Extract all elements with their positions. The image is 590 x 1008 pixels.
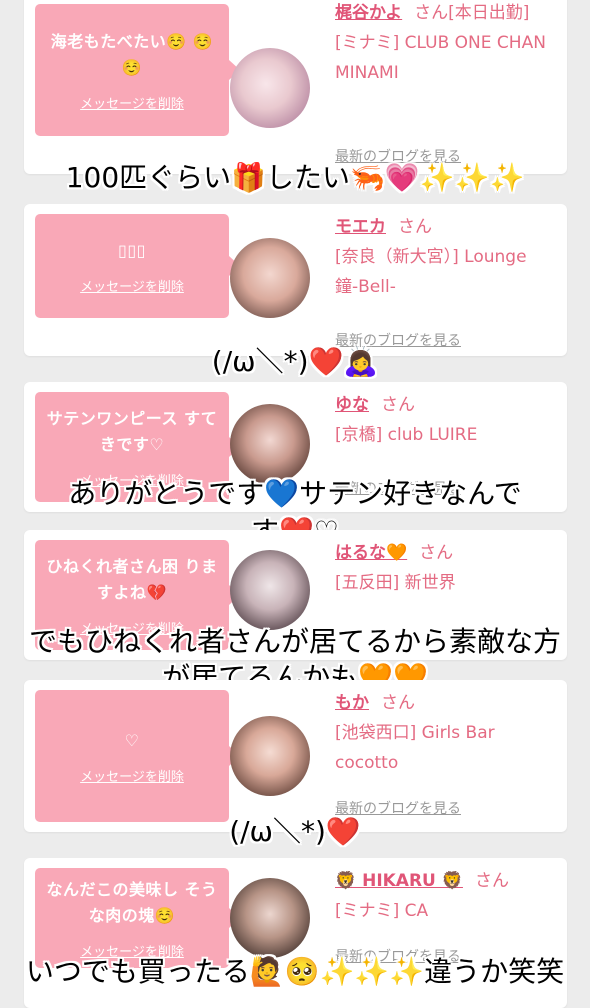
shop-link[interactable]: [ミナミ] CA <box>335 896 555 926</box>
message-text: ひねくれ者さん困 りますよね💔 <box>46 556 218 602</box>
girl-name-link[interactable]: ゆな <box>335 395 369 415</box>
honorific: さん <box>381 395 415 415</box>
message-text: サテンワンピース すてきです♡ <box>46 408 218 454</box>
comment-overlay: でもひねくれ者さんが居てるから素敵な方 <box>28 625 561 658</box>
honorific: さん <box>419 543 454 563</box>
girl-card: ▯▯▯ メッセージを削除 モエカ さん [奈良（新大宮）] Lounge 鐘-Be… <box>24 204 567 356</box>
comment-overlay: 100匹ぐらい🎁したい🦐💗✨✨✨ <box>65 161 525 194</box>
honorific: さん <box>398 217 432 237</box>
shop-link[interactable]: [池袋西口] Girls Bar cocotto <box>335 718 555 778</box>
avatar[interactable] <box>230 48 310 128</box>
message-bubble: ▯▯▯ メッセージを削除 <box>35 214 240 318</box>
message-text: ♡ <box>124 730 140 750</box>
girl-name-link[interactable]: はるな🧡 <box>335 543 407 563</box>
avatar[interactable] <box>230 878 310 958</box>
message-bubble: 海老もたべたい☺️ ☺️☺️ メッセージを削除 <box>35 4 240 136</box>
delete-message-link[interactable]: メッセージを削除 <box>80 93 184 112</box>
girl-name-link[interactable]: もか <box>335 693 369 713</box>
girl-name-link[interactable]: 梶谷かよ <box>335 3 402 23</box>
delete-message-link[interactable]: メッセージを削除 <box>80 766 184 785</box>
honorific: さん[本日出勤] <box>414 3 530 23</box>
avatar[interactable] <box>230 716 310 796</box>
comment-overlay: いつでも買ったる🙋🥺✨✨✨違うか笑笑 <box>25 955 565 988</box>
comment-overlay: ありがとうです💙サテン好きなんで <box>68 477 522 510</box>
shop-link[interactable]: [京橋] club LUIRE <box>335 420 555 450</box>
message-text: 海老もたべたい☺️ ☺️☺️ <box>50 31 214 77</box>
girl-name-link[interactable]: モエカ <box>335 217 386 237</box>
message-text: なんだこの美味し そうな肉の塊☺️ <box>46 879 218 925</box>
shop-link[interactable]: [ミナミ] CLUB ONE CHAN MINAMI <box>335 28 555 88</box>
message-bubble: ♡ メッセージを削除 <box>35 690 240 822</box>
comment-overlay: (/ω＼*)❤️ <box>229 815 361 848</box>
honorific: さん <box>474 871 509 891</box>
avatar[interactable] <box>230 550 310 630</box>
shop-link[interactable]: [奈良（新大宮）] Lounge 鐘-Bell- <box>335 242 555 302</box>
honorific: さん <box>381 693 415 713</box>
shop-link[interactable]: [五反田] 新世界 <box>335 568 555 598</box>
girl-name-link[interactable]: 🦁 HIKARU 🦁 <box>335 871 463 891</box>
avatar[interactable] <box>230 238 310 318</box>
delete-message-link[interactable]: メッセージを削除 <box>80 276 184 295</box>
girl-card: 海老もたべたい☺️ ☺️☺️ メッセージを削除 梶谷かよ さん[本日出勤] [ミナ… <box>24 0 567 174</box>
message-text: ▯▯▯ <box>118 240 146 260</box>
comment-overlay: (/ω＼*)❤️🙇‍♀️ <box>211 345 379 378</box>
